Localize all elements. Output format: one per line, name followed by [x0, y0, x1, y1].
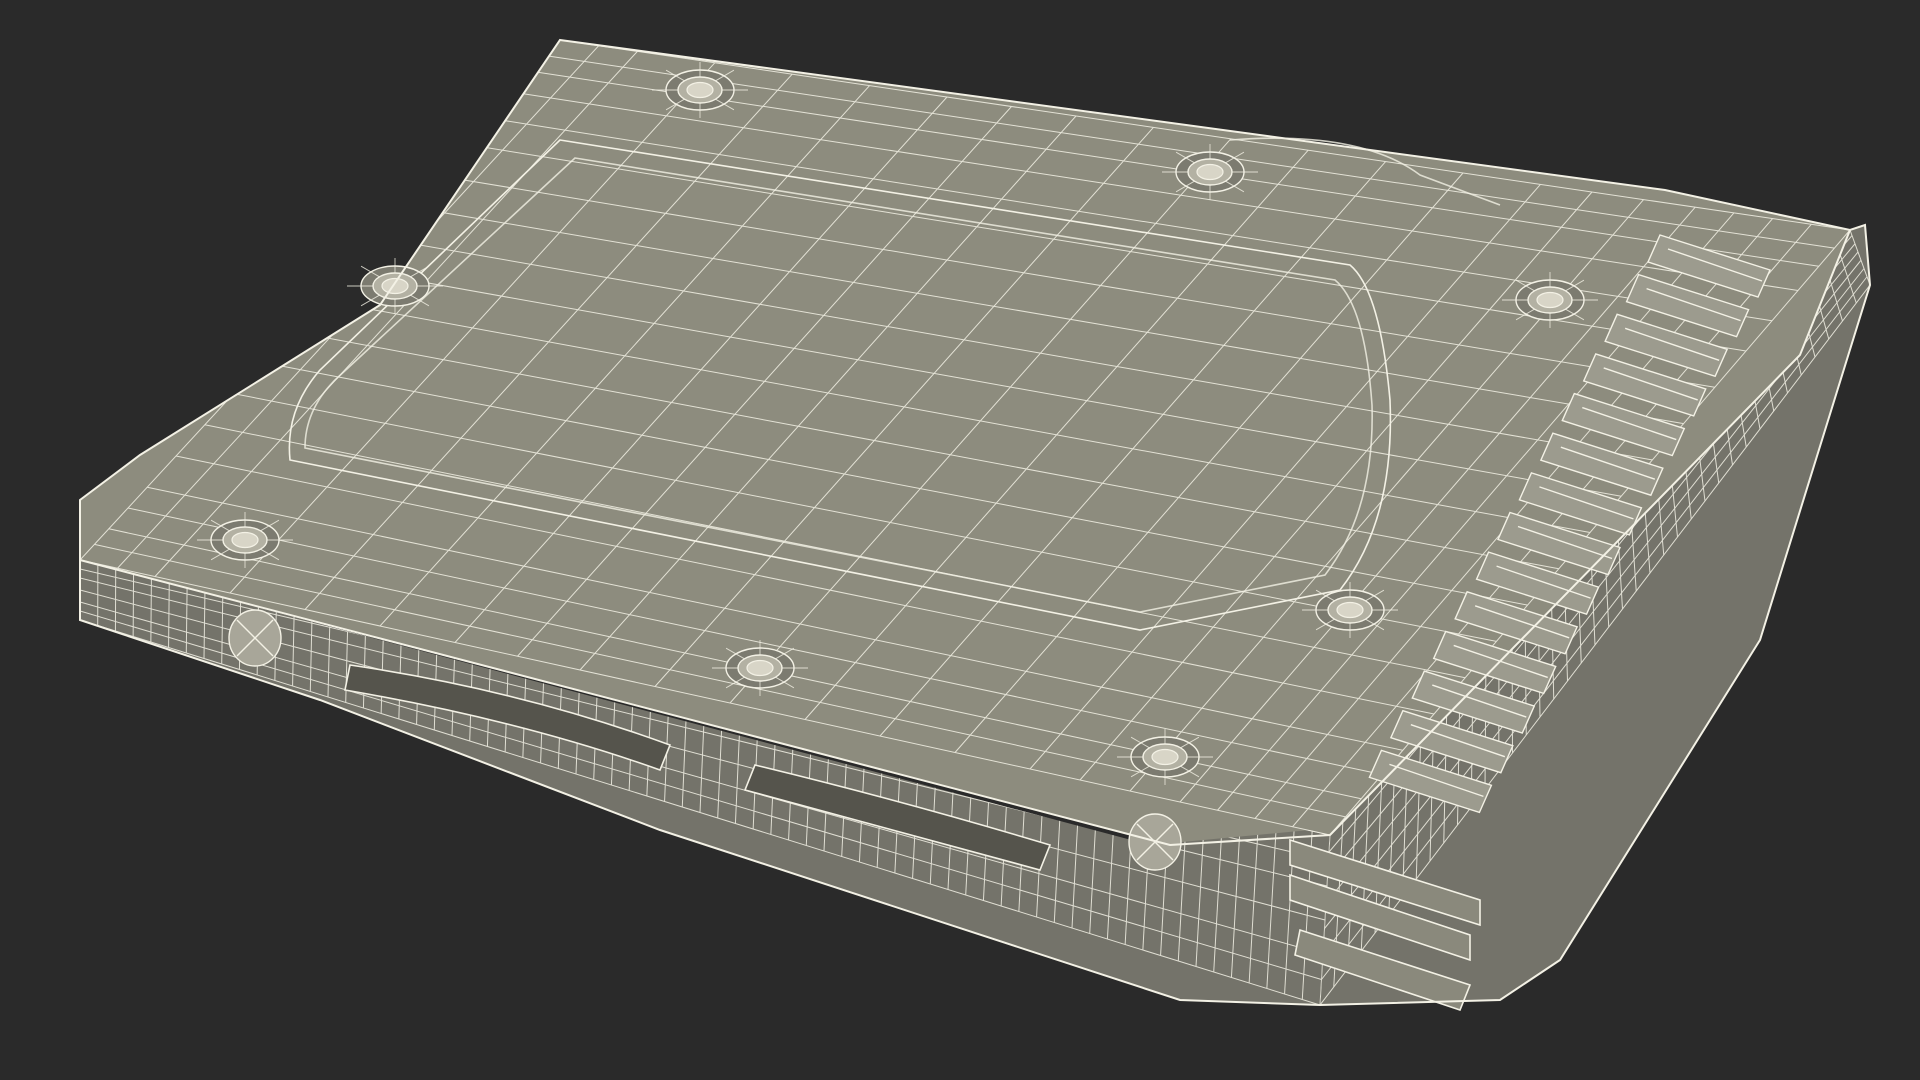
- screw-hole: [1502, 272, 1598, 328]
- screw-hole: [197, 512, 293, 568]
- screw-head: [1151, 748, 1179, 766]
- screw-head: [746, 659, 774, 677]
- screw-head: [686, 81, 714, 99]
- screw-hole: [652, 62, 748, 118]
- screw-head: [1536, 291, 1564, 309]
- render-viewport: [0, 0, 1920, 1080]
- side-screw: [228, 609, 282, 667]
- screw-hole: [1302, 582, 1398, 638]
- drive-caddy-model: [79, 38, 1872, 1011]
- screw-hole: [1162, 144, 1258, 200]
- screw-head: [231, 531, 259, 549]
- screw-hole: [347, 258, 443, 314]
- screw-head: [381, 277, 409, 295]
- screw-head: [1196, 163, 1224, 181]
- screw-head: [1336, 601, 1364, 619]
- wireframe-render: [79, 38, 1872, 1011]
- screw-hole: [1117, 729, 1213, 785]
- screw-hole: [712, 640, 808, 696]
